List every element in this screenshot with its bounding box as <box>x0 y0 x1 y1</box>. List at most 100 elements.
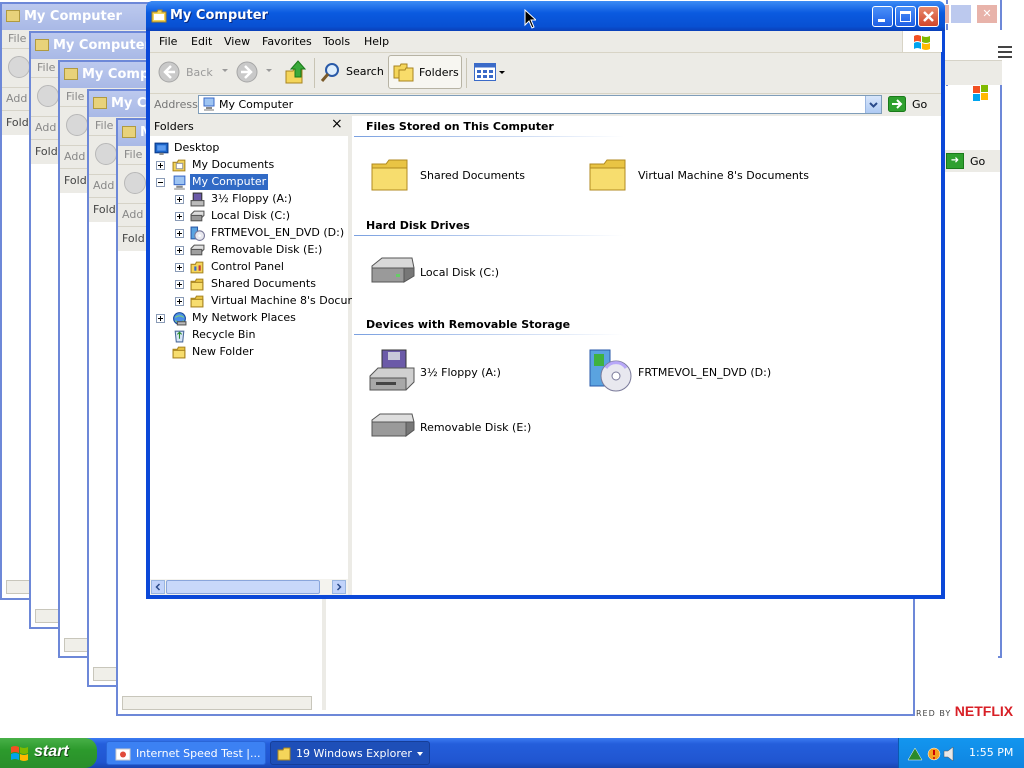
search-icon <box>320 63 339 82</box>
expand-icon[interactable] <box>175 263 184 272</box>
folders-pane: Folders × Desktop My Documents My Computer… <box>150 116 376 595</box>
scroll-thumb[interactable] <box>166 580 320 594</box>
tree-item-label: My Computer <box>190 174 269 190</box>
maximize-button[interactable] <box>895 6 916 27</box>
folders-button[interactable]: Folders <box>388 55 462 89</box>
tree-item[interactable]: Control Panel <box>150 259 348 275</box>
floppy-icon <box>369 349 415 391</box>
start-button[interactable]: start <box>0 738 97 768</box>
hamburger-menu-icon[interactable] <box>998 46 1012 58</box>
folder-icon <box>190 278 204 291</box>
expand-icon[interactable] <box>175 280 184 289</box>
search-button[interactable]: Search <box>318 59 386 85</box>
volume-tray-icon[interactable] <box>943 746 957 762</box>
explorer-group-icon <box>277 747 291 761</box>
expand-icon[interactable] <box>175 212 184 221</box>
item-shared-documents[interactable]: Shared Documents <box>368 152 568 198</box>
go-arrow-icon[interactable]: ➜ <box>946 153 964 169</box>
expand-icon[interactable] <box>156 314 165 323</box>
tree-item[interactable]: Recycle Bin <box>150 327 348 343</box>
network-tray-icon[interactable] <box>907 746 923 762</box>
menu-help[interactable]: Help <box>364 35 389 48</box>
views-dropdown-icon <box>499 71 505 74</box>
tree-item[interactable]: Shared Documents <box>150 276 348 292</box>
restore-button[interactable] <box>950 4 972 24</box>
tree-item-label: My Network Places <box>192 311 296 324</box>
item-label: 3½ Floppy (A:) <box>420 366 501 379</box>
folder-icon <box>35 39 49 51</box>
close-icon <box>923 11 934 22</box>
close-button[interactable]: ✕ <box>976 4 998 24</box>
clock[interactable]: 1:55 PM <box>969 746 1013 759</box>
expand-icon[interactable] <box>175 246 184 255</box>
tree-item[interactable]: My Computer <box>150 174 348 190</box>
item-dvd-drive-d[interactable]: FRTMEVOL_EN_DVD (D:) <box>586 346 816 394</box>
horizontal-scrollbar[interactable] <box>150 579 348 595</box>
close-button[interactable] <box>918 6 939 27</box>
expand-icon[interactable] <box>156 161 165 170</box>
item-local-disk-c[interactable]: Local Disk (C:) <box>368 250 568 296</box>
back-icon <box>37 85 59 107</box>
scroll-right-button[interactable] <box>332 580 346 594</box>
browser-icon <box>115 748 131 761</box>
taskbar-button-internet-speed-test[interactable]: Internet Speed Test |... <box>106 741 266 765</box>
tree-item[interactable]: New Folder <box>150 344 348 360</box>
expand-icon[interactable] <box>175 229 184 238</box>
tree-item[interactable]: My Network Places <box>150 310 348 326</box>
group-divider <box>354 334 624 335</box>
menu-edit[interactable]: Edit <box>191 35 212 48</box>
horizontal-scrollbar[interactable] <box>122 696 312 710</box>
tree-item[interactable]: Removable Disk (E:) <box>150 242 348 258</box>
address-bar: Address My Computer Go <box>150 94 941 116</box>
views-icon <box>474 63 496 81</box>
windows-logo-icon <box>972 84 990 102</box>
tree-item[interactable]: Desktop <box>150 140 348 156</box>
address-value: My Computer <box>219 98 294 111</box>
folder-icon <box>589 159 626 191</box>
chevron-down-icon <box>869 102 878 108</box>
back-history-dropdown[interactable] <box>222 69 228 72</box>
chevron-left-icon <box>155 583 161 591</box>
collapse-icon[interactable] <box>156 178 165 187</box>
menu-favorites[interactable]: Favorites <box>262 35 312 48</box>
menu-view[interactable]: View <box>224 35 250 48</box>
menu-file[interactable]: File <box>159 35 177 48</box>
menu-tools[interactable]: Tools <box>323 35 350 48</box>
tree-item-label: Recycle Bin <box>192 328 256 341</box>
security-tray-icon[interactable] <box>925 745 943 763</box>
up-folder-icon[interactable] <box>284 59 308 85</box>
folders-pane-close-button[interactable]: × <box>331 116 343 132</box>
expand-icon[interactable] <box>175 297 184 306</box>
folder-icon <box>6 10 20 22</box>
title-bar[interactable]: My Computer <box>146 1 945 31</box>
go-button[interactable]: Go <box>888 95 938 114</box>
my-computer-icon <box>203 97 215 111</box>
item-removable-disk-e[interactable]: Removable Disk (E:) <box>368 408 568 448</box>
tree-item[interactable]: My Documents <box>150 157 348 173</box>
back-button[interactable]: Back <box>156 59 218 85</box>
folders-pane-title: Folders <box>154 120 194 133</box>
mouse-cursor-icon <box>524 9 536 29</box>
tree-item[interactable]: Local Disk (C:) <box>150 208 348 224</box>
dvd-drive-icon <box>589 349 632 392</box>
windows-logo-icon <box>11 746 28 761</box>
item-floppy-a[interactable]: 3½ Floppy (A:) <box>368 346 568 394</box>
forward-history-dropdown[interactable] <box>266 69 272 72</box>
minimize-button[interactable] <box>872 6 893 27</box>
views-button[interactable] <box>472 61 508 83</box>
tree-item-label: My Documents <box>192 158 275 171</box>
tree-item[interactable]: 3½ Floppy (A:) <box>150 191 348 207</box>
go-label[interactable]: Go <box>970 155 985 168</box>
expand-icon[interactable] <box>175 195 184 204</box>
taskbar-button-windows-explorer-group[interactable]: 19 Windows Explorer <box>270 741 430 765</box>
item-virtual-machine-documents[interactable]: Virtual Machine 8's Documents <box>586 152 816 198</box>
tree-item[interactable]: FRTMEVOL_EN_DVD (D:) <box>150 225 348 241</box>
scroll-left-button[interactable] <box>151 580 165 594</box>
address-input[interactable]: My Computer <box>198 95 882 114</box>
folders-label: Folders <box>419 66 459 79</box>
address-dropdown-button[interactable] <box>865 96 881 113</box>
system-tray: 1:55 PM <box>898 738 1024 768</box>
forward-arrow-icon[interactable] <box>236 61 258 83</box>
tree-item-label: Desktop <box>174 141 220 154</box>
tree-item[interactable]: Virtual Machine 8's Document <box>150 293 376 309</box>
